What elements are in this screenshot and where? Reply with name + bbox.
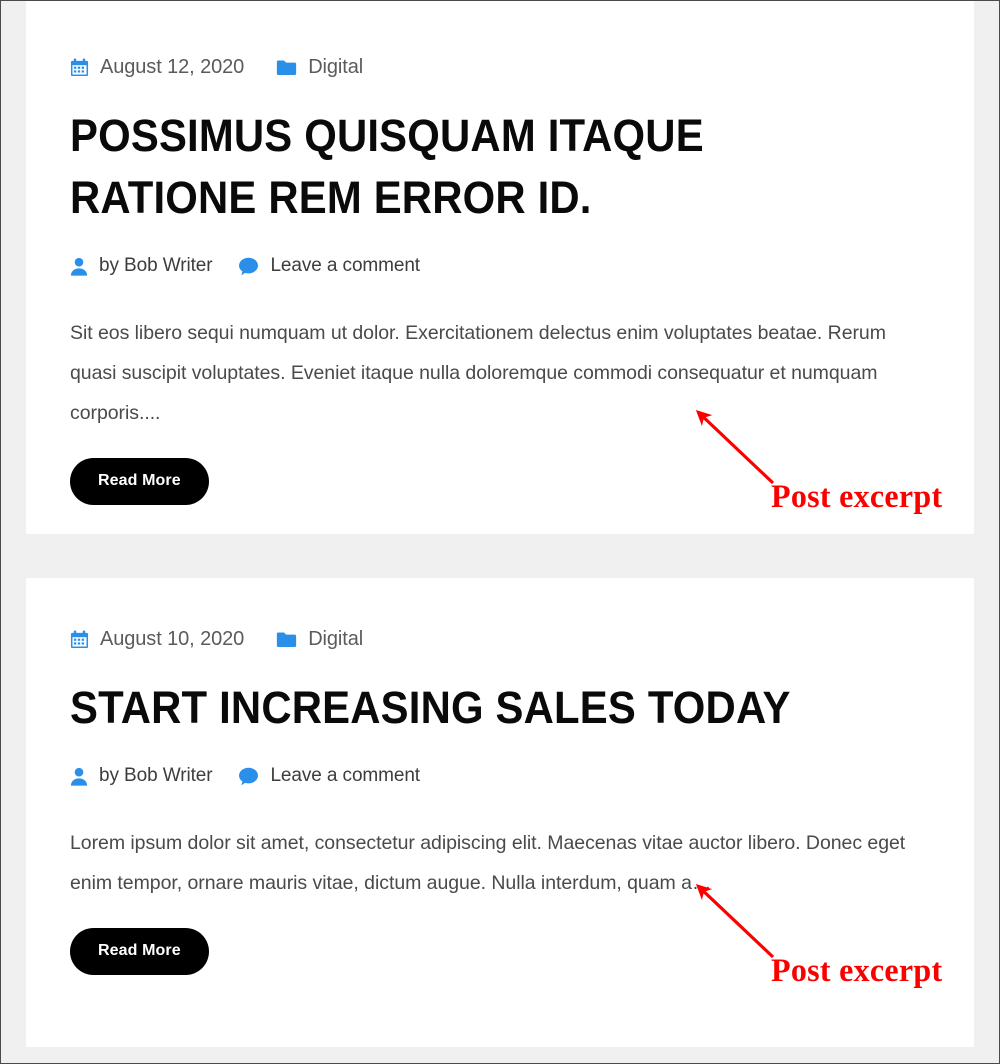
folder-icon	[276, 59, 297, 76]
post-author[interactable]: by Bob Writer	[70, 765, 213, 787]
post-meta-top: August 10, 2020 Digital	[70, 578, 930, 651]
user-icon	[70, 767, 88, 786]
read-more-button[interactable]: Read More	[70, 458, 209, 506]
post-author[interactable]: by Bob Writer	[70, 255, 213, 277]
post-excerpt: Lorem ipsum dolor sit amet, consectetur …	[70, 832, 906, 895]
annotation-label: Post excerpt	[771, 953, 943, 989]
post-meta-byline: by Bob Writer Leave a comment	[70, 765, 930, 787]
post-date-text: August 10, 2020	[100, 628, 245, 650]
post-comment-link[interactable]: Leave a comment	[238, 765, 420, 787]
post-category-text: Digital	[308, 628, 364, 650]
user-icon	[70, 257, 88, 276]
post-card: August 12, 2020 Digital Possimus quisqua…	[26, 1, 974, 534]
post-meta-top: August 12, 2020 Digital	[70, 1, 930, 79]
post-author-text: by Bob Writer	[99, 255, 213, 277]
post-title[interactable]: Possimus quisquam itaque ratione rem err…	[70, 105, 870, 229]
post-meta-byline: by Bob Writer Leave a comment	[70, 255, 930, 277]
post-comment-text: Leave a comment	[270, 765, 420, 787]
calendar-icon	[70, 630, 89, 649]
post-excerpt: Sit eos libero sequi numquam ut dolor. E…	[70, 322, 886, 425]
annotation-label: Post excerpt	[771, 479, 943, 515]
post-comment-link[interactable]: Leave a comment	[238, 255, 420, 277]
comment-bubble-icon	[238, 767, 259, 786]
calendar-icon	[70, 58, 89, 77]
post-date-text: August 12, 2020	[100, 56, 245, 78]
page-viewport: August 12, 2020 Digital Possimus quisqua…	[0, 0, 1000, 1064]
post-date: August 10, 2020	[70, 628, 244, 651]
comment-bubble-icon	[238, 257, 259, 276]
post-category[interactable]: Digital	[276, 56, 363, 79]
folder-icon	[276, 631, 297, 648]
post-category[interactable]: Digital	[276, 628, 363, 651]
post-title[interactable]: Start increasing sales today	[70, 677, 870, 739]
post-category-text: Digital	[308, 56, 364, 78]
post-comment-text: Leave a comment	[270, 255, 420, 277]
post-date: August 12, 2020	[70, 56, 244, 79]
post-author-text: by Bob Writer	[99, 765, 213, 787]
read-more-button[interactable]: Read More	[70, 928, 209, 976]
